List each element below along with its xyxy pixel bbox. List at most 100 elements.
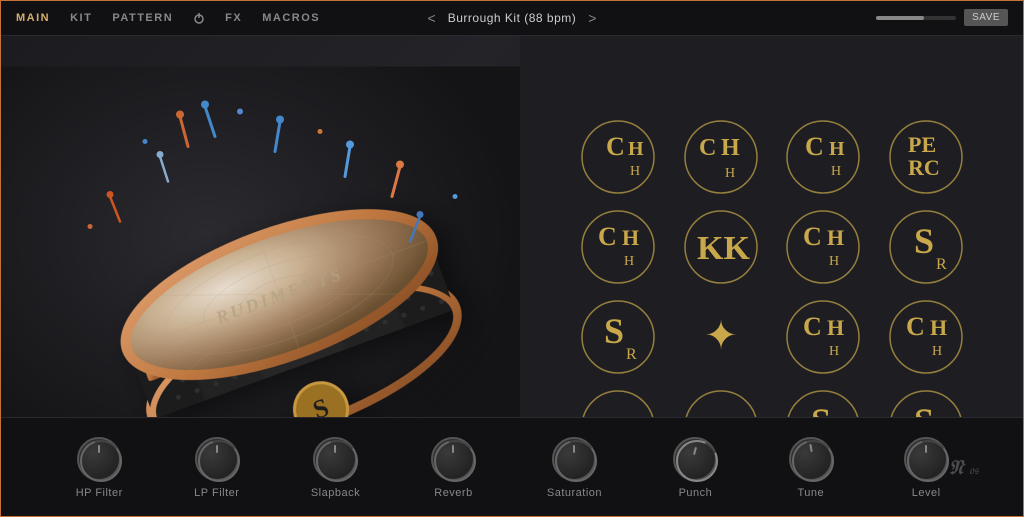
svg-text:C: C: [699, 135, 716, 161]
svg-text:RC: RC: [908, 155, 940, 180]
svg-text:C: C: [805, 132, 824, 161]
instrument-emblem-ch2: C H H: [681, 117, 761, 197]
nav-item-main[interactable]: MAIN: [16, 12, 50, 24]
instrument-cell-ch2[interactable]: C H H: [675, 117, 768, 197]
instrument-cell-ch5[interactable]: C H H: [777, 207, 870, 287]
svg-text:C: C: [803, 312, 822, 341]
lp-filter-knob[interactable]: [195, 437, 239, 481]
svg-text:H: H: [829, 138, 845, 160]
nav-prev-button[interactable]: <: [428, 10, 436, 26]
svg-text:H: H: [721, 135, 740, 161]
svg-text:R: R: [626, 346, 637, 363]
reverb-knob[interactable]: [431, 437, 475, 481]
svg-text:PE: PE: [908, 132, 936, 157]
instrument-cell-ch6[interactable]: C H H: [777, 297, 870, 377]
instrument-emblem-ch4: C H H: [578, 207, 658, 287]
progress-bar: [876, 16, 956, 20]
nav-bar: MAIN KIT PATTERN FX MACROS < Burrough Ki…: [0, 0, 1024, 36]
svg-text:H: H: [930, 315, 947, 340]
nav-next-button[interactable]: >: [588, 10, 596, 26]
instrument-cell-kk1[interactable]: KK: [675, 207, 768, 287]
level-label: Level: [912, 487, 941, 499]
svg-text:𝔬𝔰: 𝔬𝔰: [969, 463, 980, 477]
svg-text:H: H: [725, 166, 735, 181]
instrument-emblem-ch7: C H H: [886, 297, 966, 377]
punch-label: Punch: [679, 487, 713, 499]
instrument-cell-sn2[interactable]: S R: [572, 297, 665, 377]
instrument-cell-sn1[interactable]: S R: [880, 207, 973, 287]
instrument-cell-ch4[interactable]: C H H: [572, 207, 665, 287]
instrument-emblem-kk1: KK: [681, 207, 761, 287]
svg-text:C: C: [803, 222, 822, 251]
tune-knob[interactable]: [789, 437, 833, 481]
knob-control-slapback: Slapback: [311, 437, 360, 499]
instrument-emblem-sn2: S R: [578, 297, 658, 377]
svg-text:H: H: [932, 344, 942, 359]
knob-control-punch: Punch: [673, 437, 717, 499]
instrument-emblem-ch1: C H H: [578, 117, 658, 197]
instrument-emblem-ch6: C H H: [783, 297, 863, 377]
saturation-knob[interactable]: [552, 437, 596, 481]
svg-text:𝔑: 𝔑: [949, 457, 966, 479]
level-knob[interactable]: [904, 437, 948, 481]
svg-text:H: H: [630, 164, 640, 179]
nav-item-kit[interactable]: KIT: [70, 12, 92, 24]
svg-text:R: R: [936, 256, 947, 273]
brand-watermark: 𝔑 𝔬𝔰: [944, 452, 994, 487]
instrument-cell-perc[interactable]: PE RC: [880, 117, 973, 197]
svg-text:H: H: [624, 254, 634, 269]
knob-control-hp-filter: HP Filter: [76, 437, 123, 499]
nav-item-macros[interactable]: MACROS: [262, 12, 320, 24]
svg-text:H: H: [827, 315, 844, 340]
power-icon: [193, 12, 205, 24]
svg-text:C: C: [606, 132, 625, 161]
nav-right: SAVE: [876, 9, 1008, 26]
svg-text:S: S: [604, 311, 624, 351]
instrument-cell-star[interactable]: ✦: [675, 297, 768, 377]
knob-control-reverb: Reverb: [431, 437, 475, 499]
progress-bar-fill: [876, 16, 924, 20]
hp-filter-label: HP Filter: [76, 487, 123, 499]
slapback-knob[interactable]: [313, 437, 357, 481]
svg-text:H: H: [622, 225, 639, 250]
nav-items: MAIN KIT PATTERN FX MACROS: [16, 12, 320, 24]
svg-text:H: H: [628, 138, 644, 160]
bottom-controls: HP Filter LP Filter Slapback Reverb: [0, 417, 1024, 517]
svg-text:H: H: [829, 254, 839, 269]
instrument-emblem-star: ✦: [681, 297, 761, 377]
svg-text:H: H: [829, 344, 839, 359]
instrument-cell-ch3[interactable]: C H H: [777, 117, 870, 197]
svg-text:KK: KK: [697, 230, 750, 267]
instrument-emblem-ch3: C H H: [783, 117, 863, 197]
slapback-label: Slapback: [311, 487, 360, 499]
instrument-emblem-ch5: C H H: [783, 207, 863, 287]
nav-title: Burrough Kit (88 bpm): [448, 11, 577, 25]
svg-text:H: H: [827, 225, 844, 250]
instrument-grid: C H H C H H C H H: [572, 117, 972, 437]
knob-control-saturation: Saturation: [547, 437, 602, 499]
svg-text:H: H: [831, 164, 841, 179]
svg-text:C: C: [906, 312, 925, 341]
saturation-label: Saturation: [547, 487, 602, 499]
hp-filter-knob[interactable]: [77, 437, 121, 481]
knob-control-lp-filter: LP Filter: [194, 437, 239, 499]
reverb-label: Reverb: [434, 487, 472, 499]
nav-item-fx[interactable]: FX: [225, 12, 242, 24]
nav-item-pattern[interactable]: PATTERN: [112, 12, 173, 24]
instrument-cell-ch1[interactable]: C H H: [572, 117, 665, 197]
svg-text:S: S: [914, 221, 934, 261]
svg-text:✦: ✦: [704, 314, 738, 358]
knob-control-tune: Tune: [789, 437, 833, 499]
svg-text:C: C: [598, 222, 617, 251]
save-button[interactable]: SAVE: [964, 9, 1008, 26]
knob-control-level: Level: [904, 437, 948, 499]
nav-power: [193, 12, 205, 24]
instrument-emblem-sn1: S R: [886, 207, 966, 287]
brand-logo-icon: 𝔑 𝔬𝔰: [944, 452, 994, 482]
nav-center: < Burrough Kit (88 bpm) >: [428, 10, 597, 26]
punch-knob[interactable]: [673, 437, 717, 481]
lp-filter-label: LP Filter: [194, 487, 239, 499]
instrument-cell-ch7[interactable]: C H H: [880, 297, 973, 377]
tune-label: Tune: [797, 487, 824, 499]
instrument-emblem-perc: PE RC: [886, 117, 966, 197]
